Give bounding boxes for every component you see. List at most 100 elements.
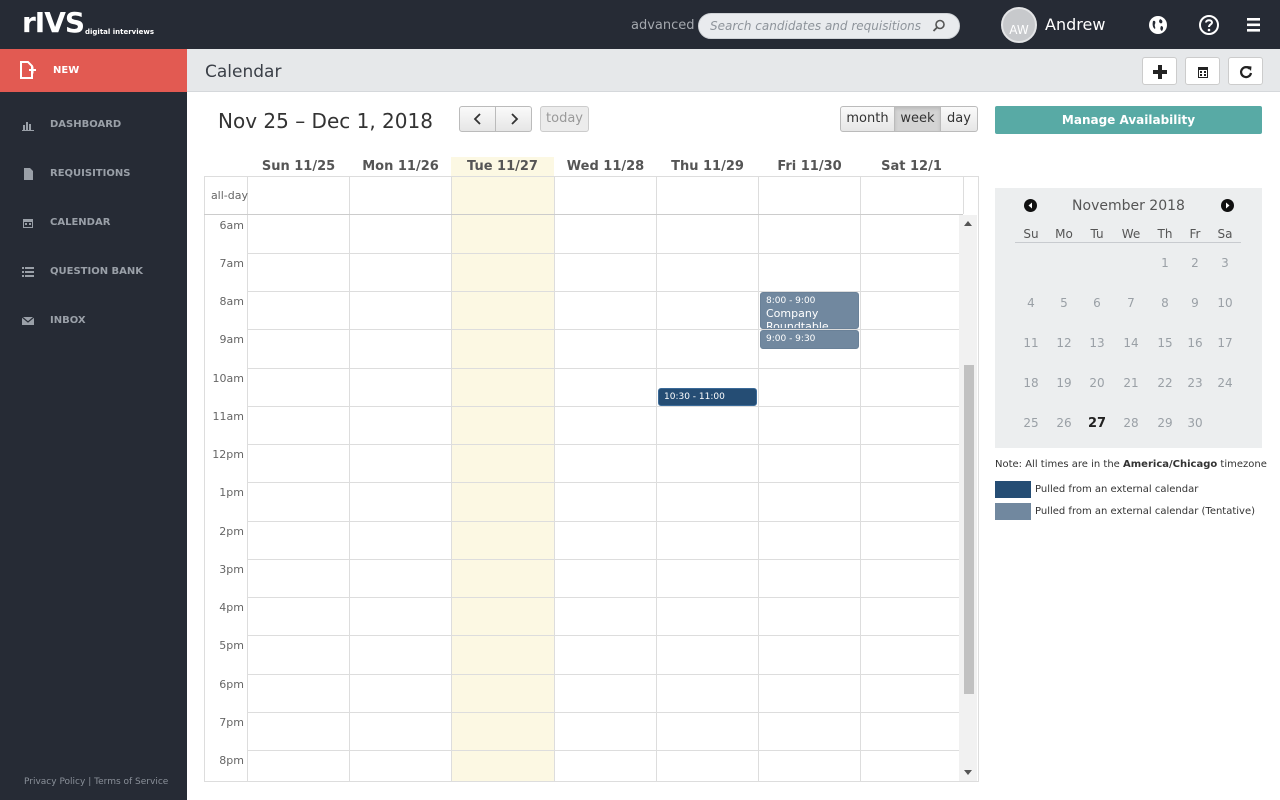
tz-note-prefix: Note: All times are in the xyxy=(995,459,1124,470)
sidebar-item-dashboard[interactable]: DASHBOARD xyxy=(0,110,187,140)
calendar-button[interactable] xyxy=(1185,57,1220,85)
mini-calendar-day[interactable]: 19 xyxy=(1047,376,1081,390)
sidebar-item-inbox[interactable]: INBOX xyxy=(0,306,187,336)
time-label: 6pm xyxy=(219,678,244,691)
bar-chart-icon xyxy=(22,122,34,131)
mini-calendar-day[interactable]: 9 xyxy=(1178,296,1212,310)
prev-next-group xyxy=(459,106,532,132)
scroll-down-arrow[interactable] xyxy=(964,770,972,775)
mini-calendar-day[interactable]: 15 xyxy=(1148,336,1182,350)
avatar[interactable]: AW xyxy=(1001,7,1037,43)
mini-calendar-day[interactable]: 6 xyxy=(1080,296,1114,310)
event-time: 10:30 - 11:00 xyxy=(664,392,725,402)
day-header: Fri 11/30 xyxy=(777,159,842,174)
mini-calendar-day[interactable]: 23 xyxy=(1178,376,1212,390)
new-document-icon xyxy=(20,61,36,79)
privacy-policy-link[interactable]: Privacy Policy xyxy=(24,777,85,787)
mini-calendar-day[interactable]: 14 xyxy=(1114,336,1148,350)
sidebar-item-calendar[interactable]: CALENDAR xyxy=(0,208,187,238)
logo-wordmark: rIVS xyxy=(22,6,85,39)
week-view-button[interactable]: week xyxy=(895,106,941,132)
mini-calendar-day[interactable]: 2 xyxy=(1178,256,1212,270)
day-of-week-label: Fr xyxy=(1189,227,1201,241)
next-week-button[interactable] xyxy=(496,106,532,132)
list-icon xyxy=(22,267,34,277)
mini-calendar-day[interactable]: 11 xyxy=(1014,336,1048,350)
mini-calendar-day[interactable]: 30 xyxy=(1178,416,1212,430)
terms-of-service-link[interactable]: Terms of Service xyxy=(94,777,168,787)
month-view-button[interactable]: month xyxy=(840,106,895,132)
mini-calendar-day[interactable]: 5 xyxy=(1047,296,1081,310)
search-input[interactable] xyxy=(710,14,930,38)
search-box xyxy=(698,13,960,39)
manage-availability-button[interactable]: Manage Availability xyxy=(995,106,1262,134)
new-button-label: NEW xyxy=(53,65,80,76)
calendar-event[interactable]: 8:00 - 9:00 Company Roundtable xyxy=(760,292,859,329)
mini-calendar-day[interactable]: 24 xyxy=(1208,376,1242,390)
day-view-button[interactable]: day xyxy=(941,106,978,132)
time-label: 3pm xyxy=(219,563,244,576)
tz-note-suffix: timezone xyxy=(1217,459,1267,470)
prev-week-button[interactable] xyxy=(459,106,496,132)
mini-calendar-day[interactable]: 29 xyxy=(1148,416,1182,430)
calendar-event[interactable]: 10:30 - 11:00 xyxy=(658,388,757,406)
mini-calendar-day[interactable]: 25 xyxy=(1014,416,1048,430)
search-icon[interactable] xyxy=(931,18,947,34)
day-of-week-label: Mo xyxy=(1055,227,1073,241)
chevron-left-icon xyxy=(473,113,481,125)
scroll-up-arrow[interactable] xyxy=(964,221,972,226)
legend-swatch xyxy=(995,503,1031,520)
calendar-scrollbar[interactable] xyxy=(959,215,977,781)
mini-calendar-day[interactable]: 20 xyxy=(1080,376,1114,390)
sidebar-footer: Privacy Policy | Terms of Service xyxy=(24,777,168,787)
mini-calendar-day[interactable]: 28 xyxy=(1114,416,1148,430)
help-icon[interactable] xyxy=(1198,14,1220,36)
mini-calendar-day[interactable]: 1 xyxy=(1148,256,1182,270)
mini-calendar-day[interactable]: 16 xyxy=(1178,336,1212,350)
mini-calendar-day[interactable]: 3 xyxy=(1208,256,1242,270)
legend-label: Pulled from an external calendar (Tentat… xyxy=(1035,506,1256,517)
calendar-icon xyxy=(23,219,33,228)
time-grid xyxy=(204,176,979,782)
mini-calendar-day[interactable]: 18 xyxy=(1014,376,1048,390)
today-group: today xyxy=(540,106,589,132)
sidebar-item-requisitions[interactable]: REQUISITIONS xyxy=(0,159,187,189)
mini-calendar-day[interactable]: 7 xyxy=(1114,296,1148,310)
tz-note-zone: America/Chicago xyxy=(1123,459,1218,470)
scroll-thumb[interactable] xyxy=(964,365,974,694)
globe-icon[interactable] xyxy=(1147,14,1169,36)
new-button[interactable]: NEW xyxy=(0,49,187,92)
time-label: 5pm xyxy=(219,639,244,652)
hamburger-menu-icon[interactable] xyxy=(1243,14,1265,36)
mini-calendar-day[interactable]: 10 xyxy=(1208,296,1242,310)
calendar-icon xyxy=(1198,67,1208,78)
envelope-icon xyxy=(22,316,34,325)
time-label: 9am xyxy=(219,333,244,346)
mini-calendar-day[interactable]: 12 xyxy=(1047,336,1081,350)
mini-calendar-day[interactable]: 22 xyxy=(1148,376,1182,390)
day-header: Wed 11/28 xyxy=(566,159,645,174)
event-time: 9:00 - 9:30 xyxy=(766,334,816,344)
mini-calendar-day[interactable]: 4 xyxy=(1014,296,1048,310)
day-of-week-label: Su xyxy=(1023,227,1039,241)
mini-calendar-day[interactable]: 21 xyxy=(1114,376,1148,390)
mini-calendar-day[interactable]: 26 xyxy=(1047,416,1081,430)
today-button[interactable]: today xyxy=(540,106,589,132)
mini-calendar-day[interactable]: 8 xyxy=(1148,296,1182,310)
sidebar-item-question-bank[interactable]: QUESTION BANK xyxy=(0,257,187,287)
week-calendar: Sun 11/25 Mon 11/26 Tue 11/27 Wed 11/28 … xyxy=(204,157,979,782)
mini-next-month-button[interactable] xyxy=(1221,199,1234,212)
time-label: 2pm xyxy=(219,525,244,538)
refresh-button[interactable] xyxy=(1228,57,1263,85)
rivs-logo[interactable]: rIVS digital interviews xyxy=(22,6,154,39)
mini-calendar-day-today[interactable]: 27 xyxy=(1080,416,1114,431)
day-of-week-label: Th xyxy=(1157,227,1173,241)
add-event-button[interactable] xyxy=(1142,57,1177,85)
mini-calendar-day[interactable]: 17 xyxy=(1208,336,1242,350)
mini-calendar-day[interactable]: 13 xyxy=(1080,336,1114,350)
event-title: Company Roundtable xyxy=(766,307,829,329)
calendar-event[interactable]: 9:00 - 9:30 xyxy=(760,330,859,349)
day-of-week-label: Tu xyxy=(1090,227,1104,241)
advanced-search-link[interactable]: advanced xyxy=(631,18,695,33)
user-name[interactable]: Andrew xyxy=(1045,15,1105,34)
